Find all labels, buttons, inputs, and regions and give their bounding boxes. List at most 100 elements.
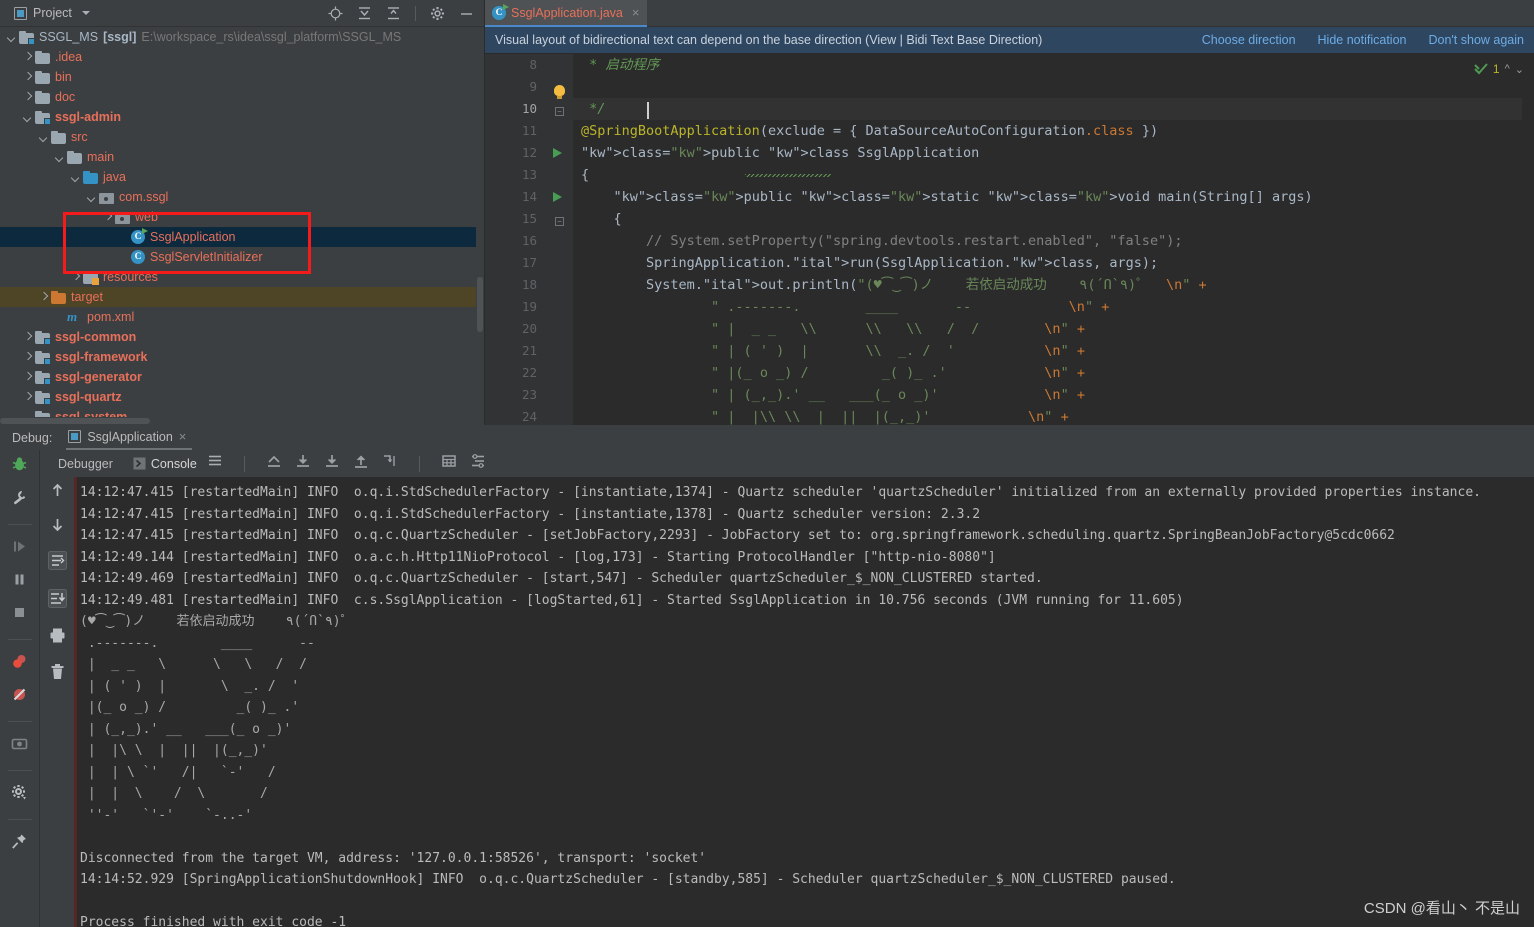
tree-item-pom-xml[interactable]: m pom.xml xyxy=(0,307,484,327)
editor-scrollbar[interactable] xyxy=(1522,54,1534,425)
tree-expand-arrow[interactable] xyxy=(70,172,81,183)
tree-item-ssgl-framework[interactable]: ssgl-framework xyxy=(0,347,484,367)
locate-icon[interactable] xyxy=(328,6,343,21)
tree-expand-arrow[interactable] xyxy=(22,372,33,383)
tree-item-ssgl-generator[interactable]: ssgl-generator xyxy=(0,367,484,387)
evaluate-icon[interactable] xyxy=(441,453,457,474)
fold-marker-icon[interactable]: − xyxy=(555,217,564,226)
bug-icon[interactable] xyxy=(11,456,28,478)
tree-expand-arrow[interactable] xyxy=(54,152,65,163)
step-over-icon[interactable] xyxy=(295,453,311,474)
tree-expand-arrow[interactable] xyxy=(22,72,33,83)
expand-all-icon[interactable] xyxy=(386,6,401,21)
print-icon[interactable] xyxy=(49,627,66,649)
console-column: Debugger Console 14:12:47.415 [restarted… xyxy=(40,450,1534,927)
tree-item-com-ssgl[interactable]: com.ssgl xyxy=(0,187,484,207)
tree-expand-arrow[interactable] xyxy=(22,332,33,343)
line-number: 8 xyxy=(529,57,537,72)
step-out-icon[interactable] xyxy=(266,453,282,474)
settings-list-icon[interactable] xyxy=(470,453,486,474)
tree-item-ssgl-admin[interactable]: ssgl-admin xyxy=(0,107,484,127)
tree-item-ssgl-common[interactable]: ssgl-common xyxy=(0,327,484,347)
chevron-up-icon[interactable]: ^ xyxy=(1505,63,1510,75)
scroll-thumb[interactable] xyxy=(0,418,150,424)
tree-vertical-scrollbar[interactable] xyxy=(476,27,484,425)
tree-expand-arrow[interactable] xyxy=(102,212,113,223)
scroll-down-icon[interactable] xyxy=(50,517,65,537)
pin-icon[interactable] xyxy=(11,833,28,855)
tree-expand-arrow[interactable] xyxy=(6,32,17,43)
tree-item-main[interactable]: main xyxy=(0,147,484,167)
trash-icon[interactable] xyxy=(49,663,66,685)
pause-icon[interactable] xyxy=(11,571,28,593)
scroll-thumb[interactable] xyxy=(477,277,483,332)
tree-item-src[interactable]: src xyxy=(0,127,484,147)
step-into-icon[interactable] xyxy=(324,453,340,474)
scroll-to-end-icon[interactable] xyxy=(47,589,67,613)
tree-item-doc[interactable]: doc xyxy=(0,87,484,107)
tree-expand-arrow[interactable] xyxy=(70,272,81,283)
close-icon[interactable]: × xyxy=(632,6,640,19)
gutter-markers[interactable]: − − xyxy=(545,54,573,425)
tab-console[interactable]: Console xyxy=(123,450,207,477)
dont-show-again-link[interactable]: Don't show again xyxy=(1428,33,1524,47)
tree-expand-arrow[interactable] xyxy=(22,392,33,403)
soft-wrap-icon[interactable] xyxy=(47,551,67,575)
menu-lines-icon[interactable] xyxy=(207,453,223,474)
project-tree[interactable]: SSGL_MS [ssgl] E:\workspace_rs\idea\ssgl_p… xyxy=(0,27,484,425)
inspection-widget[interactable]: 1 ^ ⌄ xyxy=(1474,62,1524,76)
gear-icon[interactable] xyxy=(430,6,445,21)
gear-icon[interactable] xyxy=(11,784,28,806)
tree-horizontal-scrollbar[interactable] xyxy=(0,417,476,425)
minimize-icon[interactable] xyxy=(459,6,474,21)
tree-item-ssglservletinitializer[interactable]: C SsglServletInitializer xyxy=(0,247,484,267)
run-gutter-icon[interactable] xyxy=(553,148,562,158)
breakpoints-icon[interactable] xyxy=(11,653,28,675)
tree-expand-arrow[interactable] xyxy=(22,92,33,103)
tree-item-target[interactable]: target xyxy=(0,287,484,307)
mute-breakpoints-icon[interactable] xyxy=(11,686,28,708)
console-output[interactable]: 14:12:47.415 [restartedMain] INFO o.q.i.… xyxy=(74,477,1534,927)
tree-expand-arrow[interactable] xyxy=(86,192,97,203)
tree-expand-arrow[interactable] xyxy=(38,292,49,303)
tree-item-ssglapplication[interactable]: C SsglApplication xyxy=(0,227,484,247)
tree-expand-arrow[interactable] xyxy=(38,132,49,143)
tree-item-resources[interactable]: resources xyxy=(0,267,484,287)
tree-item-label: resources xyxy=(103,270,158,284)
scroll-up-icon[interactable] xyxy=(50,483,65,503)
project-tab[interactable]: Project xyxy=(8,4,96,22)
tree-item-java[interactable]: java xyxy=(0,167,484,187)
editor-tab-ssglapplication[interactable]: C SsglApplication.java × xyxy=(485,0,648,27)
tree-expand-arrow[interactable] xyxy=(22,112,33,123)
collapse-all-icon[interactable] xyxy=(357,6,372,21)
camera-icon[interactable] xyxy=(11,735,28,757)
debug-run-config-tab[interactable]: SsglApplication × xyxy=(66,425,193,450)
tree-item-web[interactable]: web xyxy=(0,207,484,227)
tree-item-bin[interactable]: bin xyxy=(0,67,484,87)
hide-notification-link[interactable]: Hide notification xyxy=(1318,33,1407,47)
code-editor[interactable]: 8 9 10 11 12 13 14 15 16 17 18 19 20 21 22 23 24 − − * 启… xyxy=(485,54,1534,425)
folder-icon xyxy=(35,70,50,84)
tab-debugger[interactable]: Debugger xyxy=(48,450,123,477)
run-to-cursor-icon[interactable] xyxy=(382,453,398,474)
fold-marker-icon[interactable]: − xyxy=(555,107,564,116)
tree-expand-arrow[interactable] xyxy=(22,352,33,363)
tree-item-ssgl-ms[interactable]: SSGL_MS [ssgl] E:\workspace_rs\idea\ssgl_p… xyxy=(0,27,484,47)
intention-bulb-icon[interactable] xyxy=(554,85,565,99)
wrench-icon[interactable] xyxy=(11,489,28,511)
tree-item-label: ssgl-generator xyxy=(55,370,142,384)
chevron-down-icon[interactable] xyxy=(81,11,90,15)
console-line: | | \ `' /| `-' / xyxy=(80,764,276,780)
choose-direction-link[interactable]: Choose direction xyxy=(1202,33,1296,47)
stop-icon[interactable] xyxy=(11,604,28,626)
close-icon[interactable]: × xyxy=(179,429,187,444)
folder-icon xyxy=(67,150,82,164)
tree-item-ssgl-quartz[interactable]: ssgl-quartz xyxy=(0,387,484,407)
force-step-icon[interactable] xyxy=(353,453,369,474)
tree-expand-arrow[interactable] xyxy=(22,52,33,63)
code-text-area[interactable]: * 启动程序 */ @SpringBootApplication(exclude … xyxy=(573,54,1534,425)
run-gutter-icon[interactable] xyxy=(553,192,562,202)
resume-icon[interactable] xyxy=(11,538,28,560)
tree-item-idea[interactable]: .idea xyxy=(0,47,484,67)
